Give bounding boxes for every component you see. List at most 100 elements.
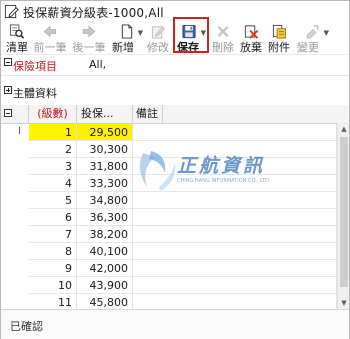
cell-insured-amount[interactable]: 38,200 [77, 226, 133, 243]
column-header-amount[interactable]: 投保... [77, 105, 133, 123]
cell-note[interactable] [133, 124, 337, 141]
insurance-item-label: 保險項目 [13, 60, 57, 73]
delete-button-label: 刪除 [212, 41, 234, 54]
attachment-icon [272, 24, 287, 39]
list-button-label: 清單 [6, 41, 28, 54]
edit-button[interactable]: 修改 [144, 23, 172, 54]
cell-level[interactable]: 1 [29, 124, 77, 141]
new-document-icon [121, 24, 133, 39]
change-dropdown-icon[interactable]: ▼ [324, 29, 329, 37]
cell-insured-amount[interactable]: 42,000 [77, 260, 133, 277]
next-record-button[interactable]: 後一筆 [70, 23, 108, 54]
cell-note[interactable] [133, 175, 337, 192]
plus-box-icon [4, 86, 12, 94]
table-row[interactable]: 10 43,900 [1, 277, 337, 294]
row-cursor-icon: I [18, 126, 21, 137]
table-row[interactable]: 8 40,100 [1, 243, 337, 260]
cell-level[interactable]: 2 [29, 141, 77, 158]
cell-insured-amount[interactable]: 36,300 [77, 209, 133, 226]
cell-insured-amount[interactable]: 45,800 [77, 294, 133, 309]
cell-level[interactable]: 7 [29, 226, 77, 243]
status-text: 已確認 [10, 320, 43, 333]
arrow-right-icon [82, 25, 96, 38]
cell-insured-amount[interactable]: 34,800 [77, 192, 133, 209]
cell-insured-amount[interactable]: 31,800 [77, 158, 133, 175]
insurance-item-row: 保險項目 All, [1, 54, 349, 76]
edit-document-icon [4, 4, 19, 19]
table-row[interactable]: 3 31,800 [1, 158, 337, 175]
cell-note[interactable] [133, 141, 337, 158]
list-button[interactable]: 清單 [3, 23, 31, 54]
cell-insured-amount[interactable]: 40,100 [77, 243, 133, 260]
delete-button[interactable]: 刪除 [209, 23, 237, 54]
cell-level[interactable]: 3 [29, 158, 77, 175]
salary-grade-grid: (級數) 投保... 備註 I 1 29,500 2 30,300 3 31,800 4 33,… [1, 105, 349, 309]
expand-icon[interactable] [4, 86, 12, 94]
minus-box-icon [4, 58, 12, 66]
vertical-scrollbar[interactable]: ▲ ▼ [337, 123, 349, 309]
add-button-label: 新增 [112, 41, 134, 54]
scroll-up-icon[interactable]: ▲ [338, 123, 349, 135]
cell-note[interactable] [133, 226, 337, 243]
delete-x-icon [217, 25, 229, 38]
cell-note[interactable] [133, 277, 337, 294]
toolbar: 清單 前一筆 後一筆 新增 ▼ 修改 保存 ▼ 刪除 放棄 附件 變更 ▼ [1, 17, 349, 54]
cell-note[interactable] [133, 192, 337, 209]
add-button[interactable]: 新增 ▼ [111, 23, 143, 54]
table-row[interactable]: 7 38,200 [1, 226, 337, 243]
cell-level[interactable]: 11 [29, 294, 77, 309]
cell-note[interactable] [133, 294, 337, 309]
scroll-down-icon[interactable]: ▼ [338, 297, 349, 309]
search-list-icon [9, 24, 25, 39]
main-info-section[interactable]: 主體資料 [1, 83, 349, 101]
cell-level[interactable]: 6 [29, 209, 77, 226]
abandon-button[interactable]: 放棄 [237, 23, 265, 54]
arrow-left-icon [43, 25, 57, 38]
prev-record-label: 前一筆 [33, 41, 67, 54]
prev-record-button[interactable]: 前一筆 [31, 23, 69, 54]
cell-level[interactable]: 10 [29, 277, 77, 294]
main-info-label: 主體資料 [13, 87, 57, 100]
table-row[interactable]: 4 33,300 [1, 175, 337, 192]
scroll-thumb[interactable] [340, 137, 348, 287]
collapse-icon[interactable] [4, 58, 12, 66]
add-dropdown-icon[interactable]: ▼ [138, 29, 143, 37]
cell-level[interactable]: 5 [29, 192, 77, 209]
insurance-item-value[interactable]: All, [89, 58, 106, 71]
column-header-note[interactable]: 備註 [133, 105, 163, 123]
cell-insured-amount[interactable]: 29,500 [77, 124, 133, 141]
change-button-label: 變更 [297, 41, 319, 54]
cell-note[interactable] [133, 260, 337, 277]
table-row[interactable]: 9 42,000 [1, 260, 337, 277]
edit-button-label: 修改 [147, 41, 169, 54]
table-row[interactable]: 6 36,300 [1, 209, 337, 226]
cell-note[interactable] [133, 158, 337, 175]
cell-level[interactable]: 4 [29, 175, 77, 192]
row-header-corner [1, 105, 29, 123]
app-window: 投保薪資分級表-1000,All 清單 前一筆 後一筆 新增 ▼ 修改 保存 ▼… [0, 0, 350, 339]
cell-insured-amount[interactable]: 33,300 [77, 175, 133, 192]
change-button[interactable]: 變更 ▼ [295, 23, 329, 54]
table-row[interactable]: I 1 29,500 [1, 124, 337, 141]
attachment-button[interactable]: 附件 [265, 23, 293, 54]
abandon-icon [244, 25, 259, 39]
change-icon [306, 25, 319, 39]
cell-insured-amount[interactable]: 30,300 [77, 141, 133, 158]
window-title: 投保薪資分級表-1000,All [23, 6, 164, 20]
cell-level[interactable]: 8 [29, 243, 77, 260]
cell-note[interactable] [133, 209, 337, 226]
cell-level[interactable]: 9 [29, 260, 77, 277]
attachment-button-label: 附件 [268, 41, 290, 54]
cell-note[interactable] [133, 243, 337, 260]
grid-header: (級數) 投保... 備註 [1, 105, 349, 124]
next-record-label: 後一筆 [72, 41, 106, 54]
table-row[interactable]: 11 45,800 [1, 294, 337, 309]
status-bar: 已確認 [1, 309, 349, 339]
abandon-button-label: 放棄 [240, 41, 262, 54]
table-row[interactable]: 5 34,800 [1, 192, 337, 209]
save-highlight-box [173, 17, 209, 53]
column-header-level[interactable]: (級數) [29, 105, 77, 123]
cell-insured-amount[interactable]: 43,900 [77, 277, 133, 294]
edit-icon [151, 26, 166, 39]
table-row[interactable]: 2 30,300 [1, 141, 337, 158]
